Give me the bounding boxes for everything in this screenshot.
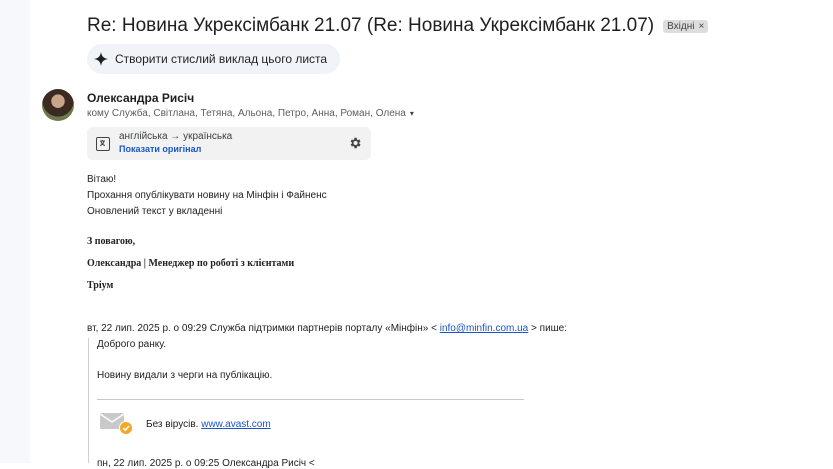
- quoted-header-prefix: вт, 22 лип. 2025 р. о 09:29 Служба підтр…: [87, 323, 437, 334]
- body-line: Оновлений текст у вкладенні: [87, 206, 223, 217]
- recipients-text: кому Служба, Світлана, Тетяна, Альона, П…: [87, 108, 406, 119]
- recipients-line[interactable]: кому Служба, Світлана, Тетяна, Альона, П…: [87, 108, 414, 119]
- avast-note: Без вірусів. www.avast.com: [146, 419, 271, 430]
- quoted-next-header: пн, 22 лип. 2025 р. о 09:25 Олександра Р…: [97, 458, 315, 469]
- quoted-email-link[interactable]: info@minfin.com.ua: [440, 323, 529, 334]
- email-subject: Re: Новина Укрексімбанк 21.07 (Re: Новин…: [87, 15, 655, 36]
- sparkle-icon: [94, 52, 108, 66]
- quoted-header: вт, 22 лип. 2025 р. о 09:29 Служба підтр…: [87, 323, 567, 334]
- sender-avatar[interactable]: [42, 89, 74, 121]
- signature-line: Тріум: [87, 280, 114, 291]
- subject-row: Re: Новина Укрексімбанк 21.07 (Re: Новин…: [87, 15, 709, 37]
- inbox-label-text: Вхідні: [667, 20, 695, 32]
- inbox-label-chip[interactable]: Вхідні ×: [663, 19, 709, 33]
- avast-mail-icon: [99, 413, 133, 435]
- quoted-header-suffix: > пише:: [531, 323, 568, 334]
- signature-line: З повагою,: [87, 236, 136, 247]
- body-line: Прохання опублікувати новину на Мінфін і…: [87, 190, 327, 201]
- left-sidebar-edge: [0, 0, 30, 463]
- sender-name[interactable]: Олександра Рисіч: [87, 91, 194, 105]
- avast-link[interactable]: www.avast.com: [201, 419, 270, 430]
- recipients-dropdown-icon[interactable]: ▾: [410, 109, 414, 118]
- translation-bar: англійська → українська Показати оригіна…: [87, 127, 371, 160]
- summarize-email-button[interactable]: Створити стислий виклад цього листа: [87, 44, 341, 74]
- signature-line: Олександра | Менеджер по роботі з клієнт…: [87, 258, 295, 269]
- body-line: Вітаю!: [87, 174, 117, 185]
- show-original-link[interactable]: Показати оригінал: [119, 144, 201, 154]
- translation-languages: англійська → українська: [119, 131, 233, 142]
- quoted-line: Доброго ранку.: [97, 339, 166, 350]
- remove-label-icon[interactable]: ×: [698, 21, 704, 32]
- gear-icon[interactable]: [348, 136, 362, 150]
- quoted-line: Новину видали з черги на публікацію.: [97, 370, 273, 381]
- translate-icon: [96, 137, 110, 151]
- quoted-divider: [97, 399, 524, 400]
- quote-border: [88, 338, 89, 463]
- avast-text: Без вірусів.: [146, 419, 199, 430]
- summarize-email-label: Створити стислий виклад цього листа: [115, 52, 328, 66]
